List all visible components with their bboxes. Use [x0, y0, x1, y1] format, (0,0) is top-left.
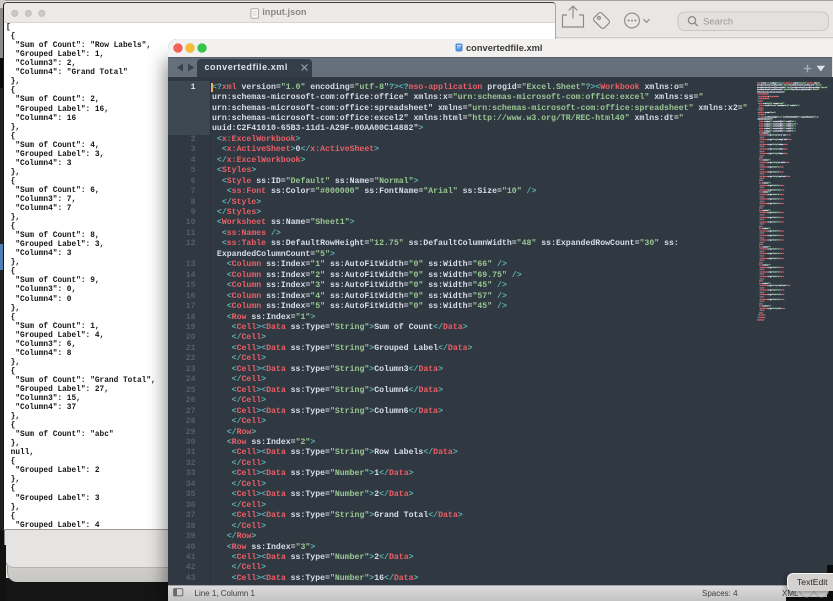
svg-text:Search: Search: [703, 16, 733, 27]
